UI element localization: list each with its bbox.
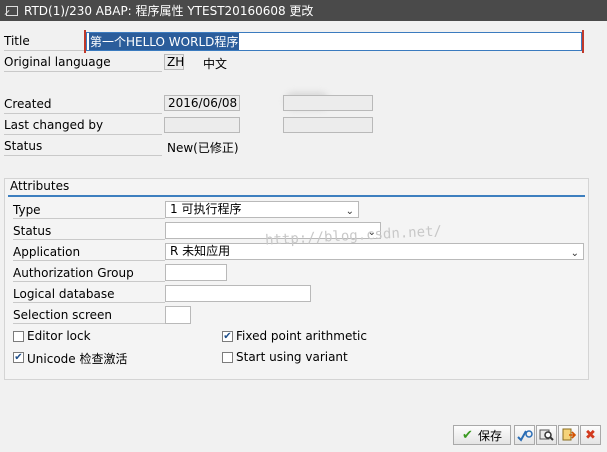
selection-screen-label: Selection screen	[13, 307, 165, 324]
last-changed-label: Last changed by	[4, 118, 162, 135]
title-input-value: 第一个HELLO WORLD程序	[89, 33, 240, 50]
check-program-icon	[516, 430, 533, 442]
magnifier-icon	[539, 429, 554, 441]
check-program-button[interactable]	[514, 425, 535, 445]
logical-db-label: Logical database	[13, 286, 165, 303]
application-dropdown-value: R 未知应用	[170, 244, 231, 258]
selection-screen-input[interactable]	[165, 306, 191, 324]
type-dropdown-value: 1 可执行程序	[170, 202, 242, 216]
last-changed-by-field	[283, 117, 373, 133]
chevron-down-icon: ⌄	[345, 206, 354, 217]
fixed-point-checkbox[interactable]: ✔	[222, 331, 233, 342]
unicode-checkbox[interactable]: ✔	[13, 352, 24, 363]
auth-group-label: Authorization Group	[13, 265, 165, 282]
unicode-label: Unicode 检查激活	[27, 352, 128, 366]
type-label: Type	[13, 202, 165, 219]
title-input[interactable]: 第一个HELLO WORLD程序	[84, 30, 584, 53]
check-icon: ✔	[462, 427, 473, 443]
type-dropdown[interactable]: 1 可执行程序 ⌄	[165, 201, 359, 218]
chevron-down-icon: ⌄	[570, 248, 579, 259]
application-dropdown[interactable]: R 未知应用 ⌄	[165, 243, 584, 260]
editor-lock-checkbox[interactable]	[13, 331, 24, 342]
attributes-divider	[8, 195, 585, 197]
edit-icon	[6, 5, 18, 16]
save-button-label: 保存	[477, 428, 502, 443]
created-date-field: 2016/06/08	[164, 95, 240, 111]
last-changed-date-field	[164, 117, 240, 133]
where-used-button[interactable]	[536, 425, 557, 445]
created-by-field	[283, 95, 373, 111]
window-titlebar: RTD(1)/230 ABAP: 程序属性 YTEST20160608 更改	[0, 0, 607, 21]
status-label: Status	[4, 139, 162, 156]
logical-db-input[interactable]	[165, 285, 311, 302]
transfer-button[interactable]	[558, 425, 579, 445]
created-label: Created	[4, 97, 162, 114]
application-label: Application	[13, 244, 165, 261]
fixed-point-label: Fixed point arithmetic	[236, 329, 367, 343]
transfer-icon	[562, 428, 576, 441]
original-language-name: 中文	[203, 57, 228, 71]
window-title: RTD(1)/230 ABAP: 程序属性 YTEST20160608 更改	[24, 4, 314, 18]
title-label: Title	[4, 34, 84, 51]
variant-label: Start using variant	[236, 350, 348, 364]
focus-corner-left	[84, 30, 89, 53]
editor-lock-label: Editor lock	[27, 329, 91, 343]
original-language-label: Original language	[4, 55, 162, 72]
cancel-button[interactable]: ✖	[580, 425, 601, 445]
original-language-code: ZH	[164, 54, 184, 70]
attr-status-label: Status	[13, 223, 165, 240]
variant-checkbox[interactable]	[222, 352, 233, 363]
auth-group-input[interactable]	[165, 264, 227, 281]
close-icon: ✖	[585, 427, 596, 443]
save-button[interactable]: ✔ 保存	[453, 425, 511, 445]
status-value: New(已修正)	[167, 141, 239, 155]
attributes-title: Attributes	[10, 179, 70, 193]
focus-corner-right	[579, 30, 584, 53]
attributes-groupbox: Attributes Type 1 可执行程序 ⌄ Status ⌄ Appli…	[4, 178, 589, 380]
